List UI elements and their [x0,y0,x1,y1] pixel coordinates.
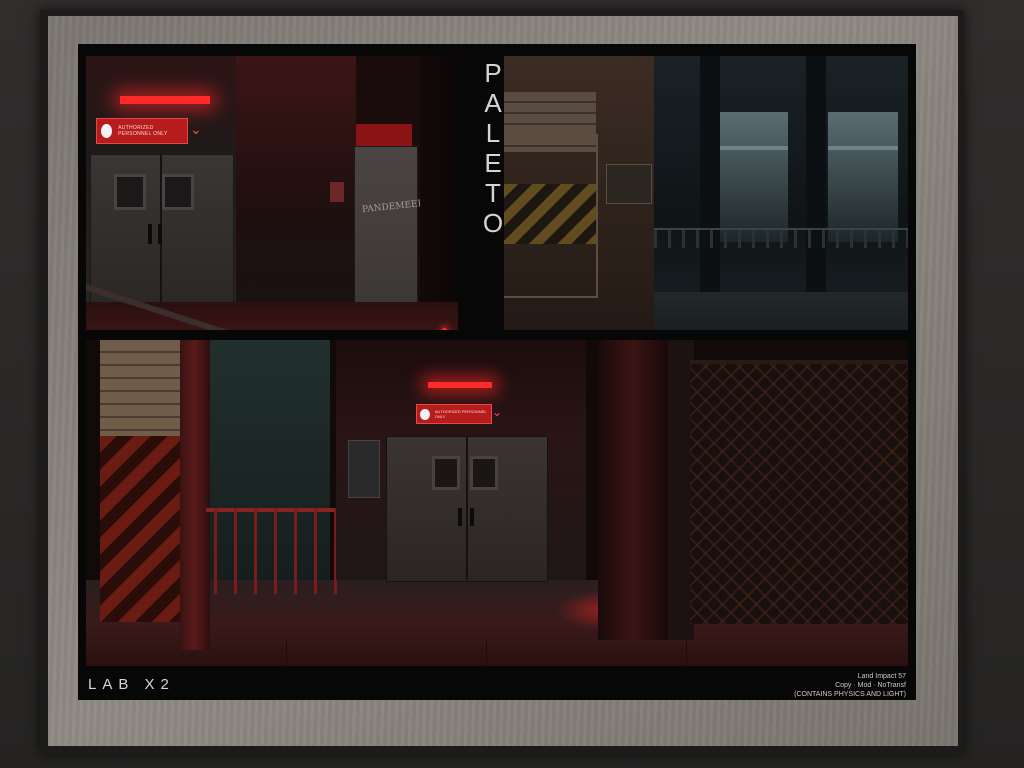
teal-wall [210,340,330,580]
exclamation-icon [101,124,113,138]
poster-title: P A L E T O [482,58,504,238]
wall-notice [606,164,652,204]
door-window [470,456,498,490]
door-handle [458,508,462,526]
pillar [420,56,458,330]
red-indicator-light [442,328,447,330]
railing-frame [504,134,598,298]
contents-note: (CONTAINS PHYSICS AND LIGHT) [794,691,906,698]
scene-panel-room: AUTHORIZED PERSONNEL ONLY ⌄ [86,340,908,666]
baluster [234,508,237,594]
poster: AUTHORIZED PERSONNEL ONLY ⌄ PANDEMEER AU… [78,44,916,700]
wire-mesh-wall [690,360,908,624]
door-divider [466,436,468,580]
permissions: Copy · Mod · NoTransf [835,682,906,689]
land-impact: Land Impact 57 [857,673,906,680]
wall-notice [330,182,344,202]
warning-sign: AUTHORIZED PERSONNEL ONLY [96,118,188,144]
baluster [254,508,257,594]
title-letter: O [482,208,504,238]
chevron-down-icon: ⌄ [492,405,503,419]
scene-panel-hall [504,56,908,330]
floor-plank [286,640,287,666]
baluster [274,508,277,594]
column [806,56,826,330]
title-letter: P [484,58,502,88]
title-letter: T [485,178,501,208]
door-window [162,174,194,210]
baluster [214,508,217,594]
door-header-sign [356,124,412,146]
floor-plank [686,640,687,666]
door-window [114,174,146,210]
column [700,56,720,330]
door-handle [148,224,152,244]
door-window [432,456,460,490]
red-ceiling-light [120,96,210,104]
brick-wall [100,340,180,440]
exclamation-icon [420,408,430,420]
baluster [314,508,317,594]
control-panel [348,440,380,498]
warning-sign-text: AUTHORIZED PERSONNEL ONLY [434,409,487,419]
red-ceiling-light [428,382,492,388]
lit-bay [718,112,788,242]
product-info: Land Impact 57 Copy · Mod · NoTransf (CO… [726,672,906,699]
warning-sign: AUTHORIZED PERSONNEL ONLY [416,404,492,424]
title-letter: E [484,148,502,178]
baluster [294,508,297,594]
scene-panel-corridor: AUTHORIZED PERSONNEL ONLY ⌄ PANDEMEER [86,56,458,330]
lit-bay [828,112,898,242]
railing [654,228,908,248]
floor [654,292,908,330]
hazard-stripes [100,436,180,622]
door-handle [158,224,162,244]
brand-label: LAB X2 [88,676,175,693]
red-pillar [598,340,668,640]
pipe [828,146,898,150]
door-handle [470,508,474,526]
chevron-down-icon: ⌄ [190,121,202,137]
title-letter: A [484,88,502,118]
red-column [180,340,210,650]
warning-sign-text: AUTHORIZED PERSONNEL ONLY [118,125,168,137]
title-letter: L [485,118,501,148]
pipe [718,146,788,150]
floor-plank [486,640,487,666]
